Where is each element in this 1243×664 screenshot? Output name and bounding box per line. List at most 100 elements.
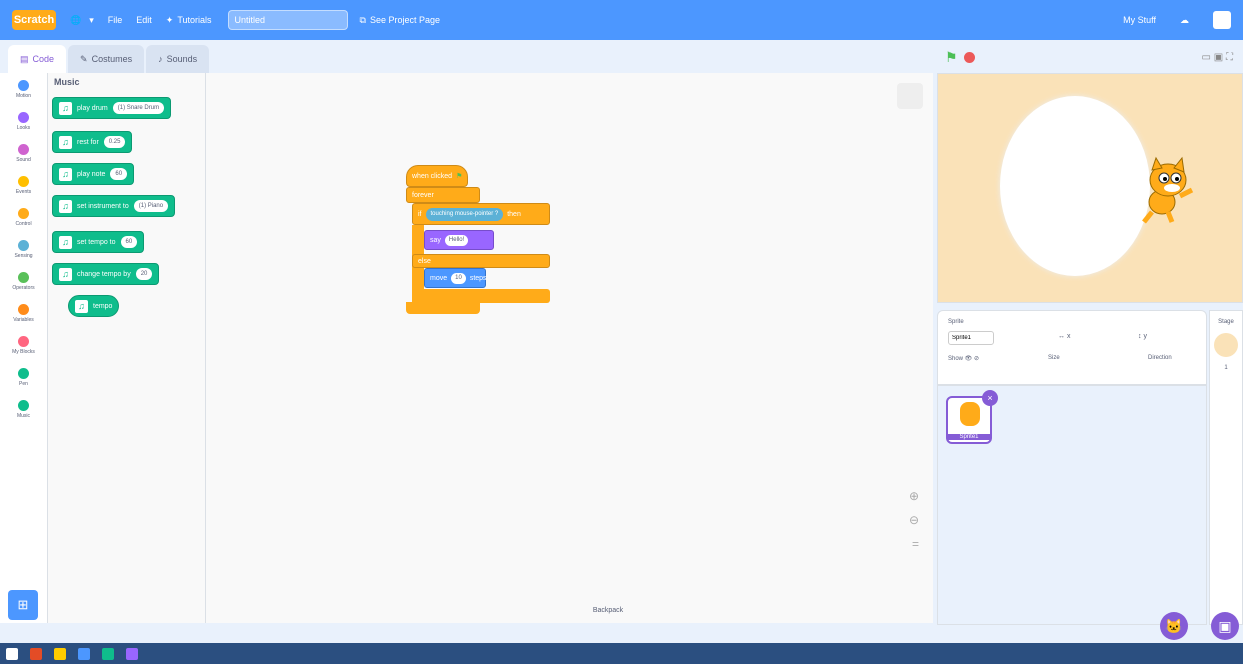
tab-code[interactable]: ▤ Code: [8, 45, 67, 73]
zoom-reset-icon[interactable]: =: [912, 537, 919, 551]
music-icon: ♫: [59, 101, 72, 115]
globe-menu[interactable]: 🌐 ▾: [70, 15, 94, 26]
start-icon[interactable]: [6, 647, 18, 660]
block-input[interactable]: 20: [135, 268, 153, 280]
else-label: else: [412, 254, 550, 268]
taskbar-folder-icon[interactable]: [54, 647, 66, 660]
if-else-block[interactable]: if touching mouse-pointer ? then: [412, 203, 550, 225]
category-looks[interactable]: Looks: [0, 105, 47, 137]
category-dot-icon: [18, 335, 29, 347]
code-icon: ▤: [20, 53, 29, 64]
category-label: Sensing: [14, 252, 33, 259]
taskbar-app-icon[interactable]: [126, 647, 138, 660]
project-icon: ⧉: [359, 14, 366, 25]
category-operators[interactable]: Operators: [0, 265, 47, 297]
category-dot-icon: [18, 303, 29, 315]
say-input[interactable]: Hello!: [444, 234, 469, 246]
forever-block[interactable]: forever: [406, 187, 480, 203]
backdrop-icon: ▣: [1218, 617, 1232, 634]
backpack-bar[interactable]: Backpack: [428, 607, 788, 621]
zoom-in-icon[interactable]: ⊕: [909, 489, 919, 503]
music-block[interactable]: ♫ set instrument to (1) Piano: [52, 195, 176, 217]
see-project-button[interactable]: ⧉ See Project Page: [360, 15, 440, 26]
stage-size-icons[interactable]: ▭ ▣ ⛶: [1202, 52, 1233, 63]
move-block[interactable]: move 10 steps: [424, 268, 487, 288]
stage[interactable]: [937, 73, 1243, 303]
taskbar-browser-icon[interactable]: [78, 647, 90, 660]
music-icon: ♫: [75, 299, 88, 313]
sprite-name-input[interactable]: [948, 331, 994, 345]
costumes-icon: ✎: [80, 53, 88, 64]
tutorials-menu[interactable]: ✦ Tutorials: [166, 15, 212, 26]
project-title-input[interactable]: [227, 10, 348, 30]
when-flag-clicked-block[interactable]: when clicked ⚑: [406, 165, 468, 187]
category-label: Variables: [13, 316, 34, 323]
stop-icon[interactable]: [963, 51, 975, 63]
sounds-icon: ♪: [158, 54, 163, 64]
category-motion[interactable]: Motion: [0, 73, 47, 105]
account-menu[interactable]: [1213, 11, 1235, 29]
tab-costumes[interactable]: ✎ Costumes: [68, 45, 145, 73]
sprite-thumb-name: Sprite1: [948, 434, 990, 440]
cloud-icon[interactable]: ☁: [1180, 15, 1189, 26]
backdrops-count: 1: [1224, 365, 1228, 371]
os-taskbar: [0, 643, 1243, 664]
block-input[interactable]: 60: [120, 236, 138, 248]
stage-selector[interactable]: Stage 1: [1209, 310, 1243, 625]
sprite-thumbnail[interactable]: Sprite1 ×: [946, 390, 998, 444]
green-flag-icon: ⚑: [456, 173, 463, 180]
music-icon: ♫: [59, 235, 72, 249]
music-block[interactable]: ♫ play drum (1) Snare Drum: [52, 97, 172, 119]
category-music[interactable]: Music: [0, 393, 47, 425]
category-label: Sound: [16, 156, 31, 163]
add-extension-button[interactable]: ⊞: [8, 590, 38, 620]
block-input[interactable]: 0.25: [103, 136, 126, 148]
move-steps-input[interactable]: 10: [451, 272, 466, 284]
stage-thumb: [1214, 333, 1238, 357]
category-events[interactable]: Events: [0, 169, 47, 201]
scratch-logo[interactable]: Scratch: [12, 10, 56, 30]
file-menu[interactable]: File: [108, 15, 123, 25]
zoom-out-icon[interactable]: ⊖: [909, 513, 919, 527]
tab-sounds[interactable]: ♪ Sounds: [146, 45, 210, 73]
category-control[interactable]: Control: [0, 201, 47, 233]
say-block[interactable]: say Hello!: [424, 230, 494, 250]
category-dot-icon: [18, 79, 29, 91]
category-sound[interactable]: Sound: [0, 137, 47, 169]
show-toggle[interactable]: Show 👁 ⊘: [948, 355, 979, 362]
music-block[interactable]: ♫ tempo: [68, 295, 120, 317]
sprite-info-panel: Sprite ↔ x ↕ y Show 👁 ⊘ Size Direction: [937, 310, 1207, 385]
choose-backdrop-button[interactable]: ▣: [1211, 612, 1239, 640]
music-block[interactable]: ♫ play note 60: [52, 163, 135, 185]
delete-sprite-icon[interactable]: ×: [982, 390, 998, 406]
code-workspace[interactable]: when clicked ⚑ forever if touching mouse-…: [206, 73, 933, 623]
block-label: set tempo to: [77, 238, 116, 246]
category-pen[interactable]: Pen: [0, 361, 47, 393]
block-input[interactable]: (1) Snare Drum: [112, 102, 165, 114]
category-label: Looks: [16, 124, 31, 131]
music-block[interactable]: ♫ change tempo by 20: [52, 263, 160, 285]
choose-sprite-button[interactable]: 🐱: [1160, 612, 1188, 640]
cat-icon: 🐱: [1165, 617, 1183, 634]
taskbar-app-icon[interactable]: [30, 647, 42, 660]
sprite-cat-icon[interactable]: [1138, 156, 1198, 226]
touching-condition[interactable]: touching mouse-pointer ?: [425, 207, 504, 221]
direction-field[interactable]: Direction: [1148, 355, 1172, 361]
y-field[interactable]: ↕ y: [1138, 333, 1147, 340]
category-sensing[interactable]: Sensing: [0, 233, 47, 265]
music-block[interactable]: ♫ rest for 0.25: [52, 131, 133, 153]
x-field[interactable]: ↔ x: [1058, 333, 1070, 340]
block-input[interactable]: 60: [110, 168, 128, 180]
block-input[interactable]: (1) Piano: [133, 200, 169, 212]
category-variables[interactable]: Variables: [0, 297, 47, 329]
block-label: set instrument to: [77, 202, 129, 210]
my-stuff-button[interactable]: My Stuff: [1123, 15, 1156, 25]
category-dot-icon: [18, 239, 29, 251]
taskbar-app-icon[interactable]: [102, 647, 114, 660]
green-flag-icon[interactable]: ⚑: [945, 49, 958, 66]
edit-menu[interactable]: Edit: [136, 15, 152, 25]
category-my-blocks[interactable]: My Blocks: [0, 329, 47, 361]
music-block[interactable]: ♫ set tempo to 60: [52, 231, 145, 253]
size-field[interactable]: Size: [1048, 355, 1060, 361]
music-icon: ♫: [59, 167, 72, 181]
